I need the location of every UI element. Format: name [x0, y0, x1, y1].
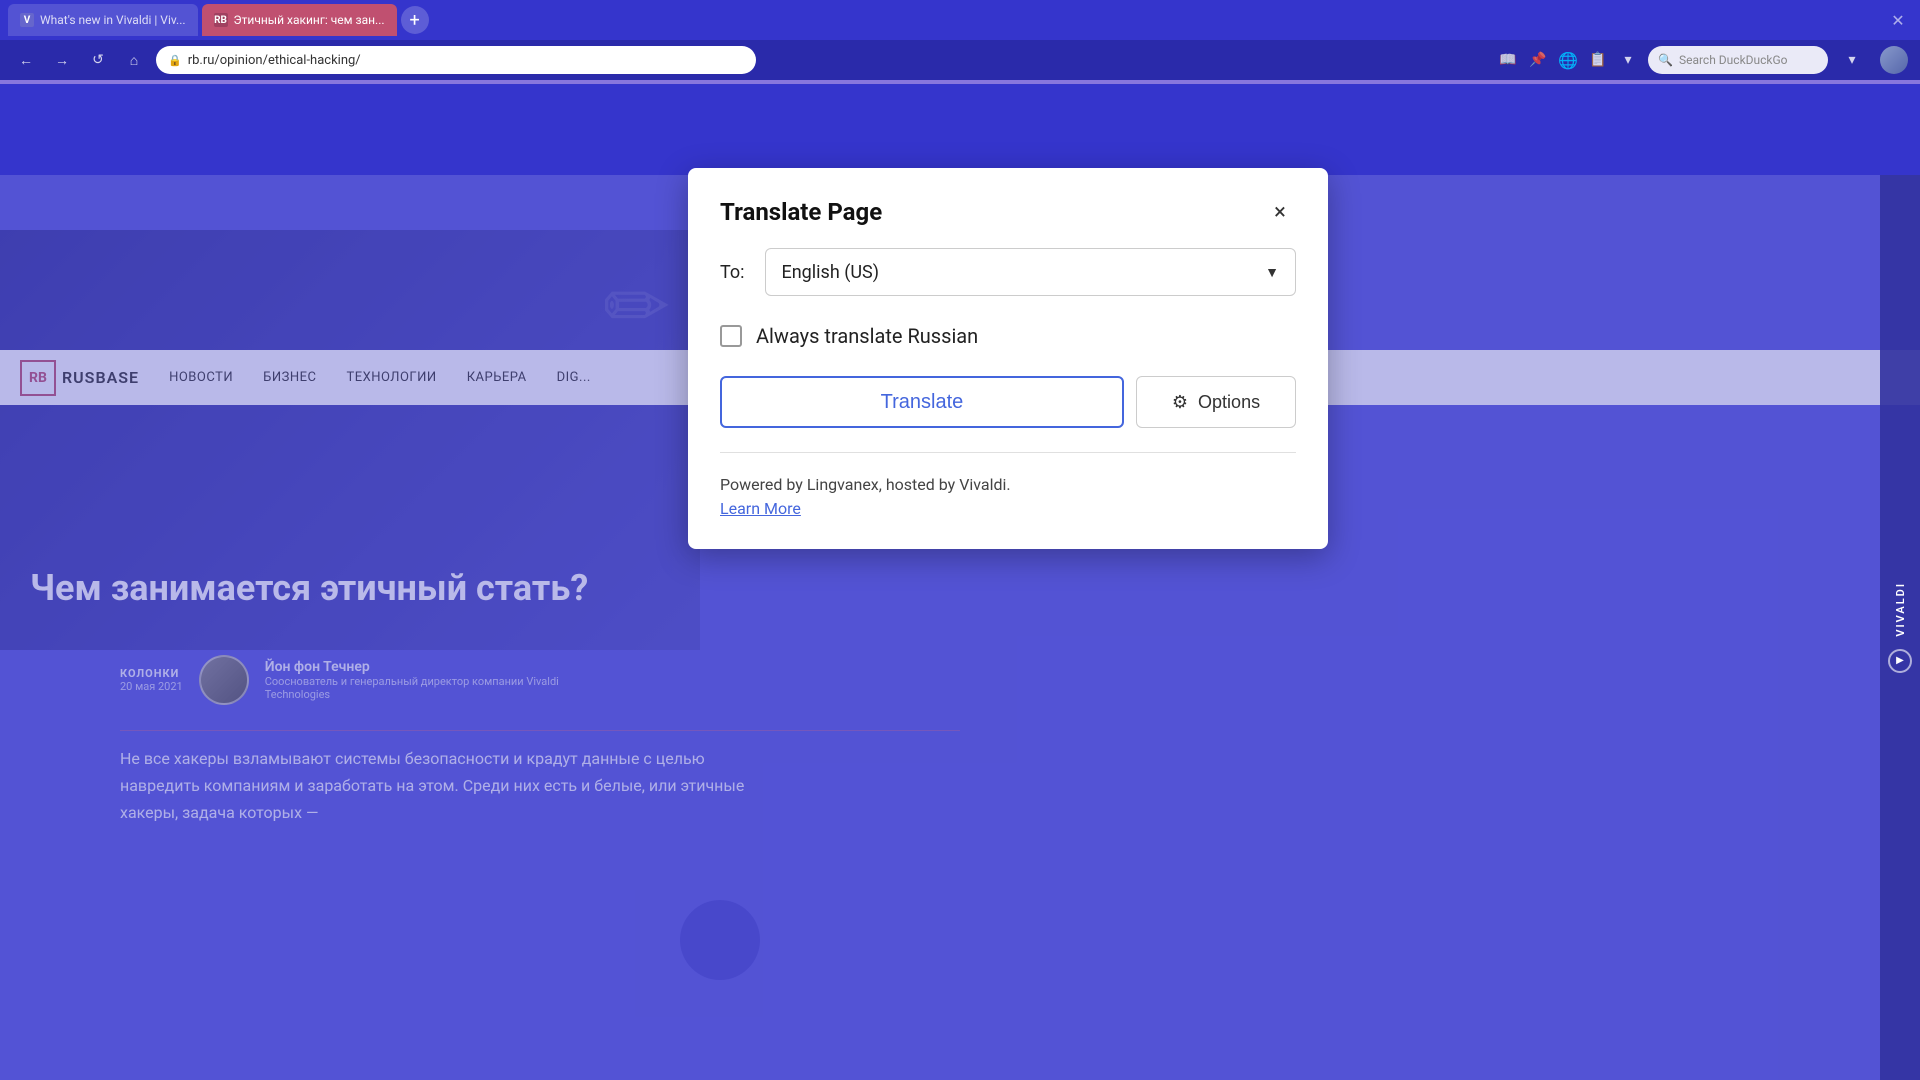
dialog-title: Translate Page — [720, 198, 882, 226]
always-translate-checkbox[interactable] — [720, 325, 742, 347]
forward-button[interactable]: → — [48, 46, 76, 74]
toolbar-icon-3[interactable]: 📋 — [1586, 48, 1610, 72]
always-translate-label[interactable]: Always translate Russian — [756, 324, 978, 348]
reload-button[interactable]: ↺ — [84, 46, 112, 74]
options-button[interactable]: ⚙ Options — [1136, 376, 1296, 428]
button-row: Translate ⚙ Options — [720, 376, 1296, 428]
always-translate-row: Always translate Russian — [720, 324, 1296, 348]
vivaldi-sidebar: VIVALDI ▶ — [1880, 175, 1920, 1080]
vivaldi-logo-text: VIVALDI — [1894, 582, 1907, 637]
toolbar-icons: 📖 📌 🌐 📋 ▾ — [1496, 48, 1640, 72]
learn-more-link[interactable]: Learn More — [720, 499, 801, 518]
search-icon: 🔍 — [1658, 53, 1673, 67]
tab-active[interactable]: RB Этичный хакинг: чем зан... — [202, 4, 397, 36]
tab-active-label: Этичный хакинг: чем зан... — [234, 13, 385, 27]
vivaldi-icon[interactable]: ▶ — [1888, 649, 1912, 673]
search-bar[interactable]: 🔍 Search DuckDuckGo — [1648, 46, 1828, 74]
translate-to-row: To: English (US) ▼ — [720, 248, 1296, 296]
close-dialog-button[interactable]: × — [1264, 196, 1296, 228]
toolbar-icon-4[interactable]: ▾ — [1616, 48, 1640, 72]
powered-by-text: Powered by Lingvanex, hosted by Vivaldi. — [720, 475, 1011, 494]
translate-toolbar-icon[interactable]: 🌐 — [1556, 48, 1580, 72]
search-placeholder: Search DuckDuckGo — [1679, 53, 1788, 67]
toolbar-icon-1[interactable]: 📖 — [1496, 48, 1520, 72]
new-tab-button[interactable]: + — [401, 6, 429, 34]
gear-icon: ⚙ — [1172, 392, 1188, 413]
lock-icon: 🔒 — [168, 54, 182, 67]
tab-favicon-inactive: V — [20, 13, 34, 27]
toolbar-icon-2[interactable]: 📌 — [1526, 48, 1550, 72]
home-button[interactable]: ⌂ — [120, 46, 148, 74]
url-text: rb.ru/opinion/ethical-hacking/ — [188, 53, 361, 68]
progress-bar — [0, 80, 1920, 84]
language-select[interactable]: English (US) ▼ — [765, 248, 1297, 296]
back-button[interactable]: ← — [12, 46, 40, 74]
url-bar[interactable]: 🔒 rb.ru/opinion/ethical-hacking/ — [156, 46, 756, 74]
translate-button[interactable]: Translate — [720, 376, 1124, 428]
tab-bar: V What's new in Vivaldi | Viv... RB Этич… — [0, 0, 1920, 40]
address-bar: ← → ↺ ⌂ 🔒 rb.ru/opinion/ethical-hacking/… — [0, 40, 1920, 80]
tab-favicon-active: RB — [214, 13, 228, 27]
dropdown-arrow-icon: ▼ — [1265, 264, 1279, 281]
selected-language: English (US) — [782, 262, 880, 283]
tab-inactive-label: What's new in Vivaldi | Viv... — [40, 13, 186, 27]
options-label: Options — [1198, 392, 1260, 413]
close-window-button[interactable]: ✕ — [1884, 6, 1912, 34]
dropdown-arrow-icon[interactable]: ▾ — [1840, 48, 1864, 72]
dialog-body: To: English (US) ▼ Always translate Russ… — [688, 248, 1328, 549]
dialog-divider — [720, 452, 1296, 453]
translate-dialog: Translate Page × To: English (US) ▼ Alwa… — [688, 168, 1328, 549]
powered-by-section: Powered by Lingvanex, hosted by Vivaldi.… — [720, 473, 1296, 521]
tab-inactive[interactable]: V What's new in Vivaldi | Viv... — [8, 4, 198, 36]
to-label: To: — [720, 262, 745, 283]
user-avatar[interactable] — [1880, 46, 1908, 74]
browser-chrome: V What's new in Vivaldi | Viv... RB Этич… — [0, 0, 1920, 175]
dialog-header: Translate Page × — [688, 168, 1328, 248]
